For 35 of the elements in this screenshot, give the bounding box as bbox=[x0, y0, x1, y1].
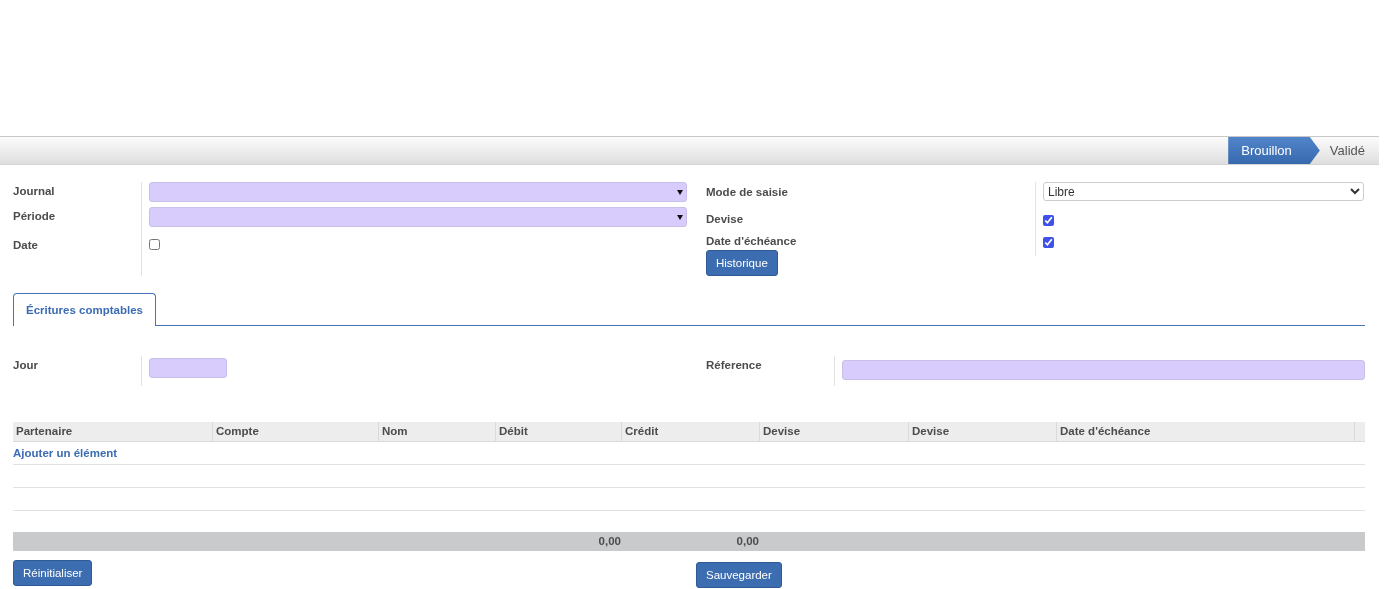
field-label: Date d'échéance bbox=[706, 234, 798, 249]
field-label: Jour bbox=[13, 358, 39, 373]
column-header: Devise bbox=[759, 422, 908, 441]
field-label: Date bbox=[13, 238, 39, 253]
checkbox[interactable] bbox=[1043, 236, 1054, 248]
input-field[interactable] bbox=[842, 360, 1365, 380]
column-header: Devise bbox=[908, 422, 1056, 441]
caret-icon bbox=[677, 214, 683, 220]
input-field[interactable] bbox=[149, 358, 227, 378]
dropdown-field[interactable] bbox=[149, 182, 687, 202]
add-item-link[interactable]: Ajouter un élément bbox=[13, 447, 118, 459]
column-header: Crédit bbox=[621, 422, 759, 441]
status-stage[interactable]: Brouillon bbox=[1228, 137, 1320, 164]
checkbox[interactable] bbox=[1043, 214, 1054, 226]
checkbox[interactable] bbox=[149, 238, 160, 250]
field-label: Réference bbox=[706, 358, 763, 373]
column-header: Partenaire bbox=[15, 424, 74, 439]
caret-icon bbox=[677, 189, 683, 195]
field-label: Devise bbox=[706, 212, 745, 227]
status-stage[interactable]: Validé bbox=[1319, 137, 1379, 164]
dropdown-field[interactable] bbox=[149, 207, 687, 227]
history-button[interactable]: Historique bbox=[706, 250, 778, 276]
select-field[interactable]: Libre bbox=[1043, 182, 1364, 201]
field-label: Journal bbox=[13, 184, 56, 199]
column-header: Débit bbox=[495, 422, 621, 441]
debit-total: 0,00 bbox=[597, 534, 621, 549]
column-header: Nom bbox=[378, 422, 495, 441]
reset-button[interactable]: Réinitialiser bbox=[13, 560, 93, 586]
column-header: Date d'échéance bbox=[1056, 422, 1354, 441]
save-button[interactable]: Sauvegarder bbox=[696, 562, 782, 588]
field-label: Période bbox=[13, 209, 57, 224]
column-header: Compte bbox=[212, 422, 378, 441]
credit-total: 0,00 bbox=[735, 534, 759, 549]
field-label: Mode de saisie bbox=[706, 185, 789, 200]
tab[interactable]: Écritures comptables bbox=[13, 293, 156, 326]
